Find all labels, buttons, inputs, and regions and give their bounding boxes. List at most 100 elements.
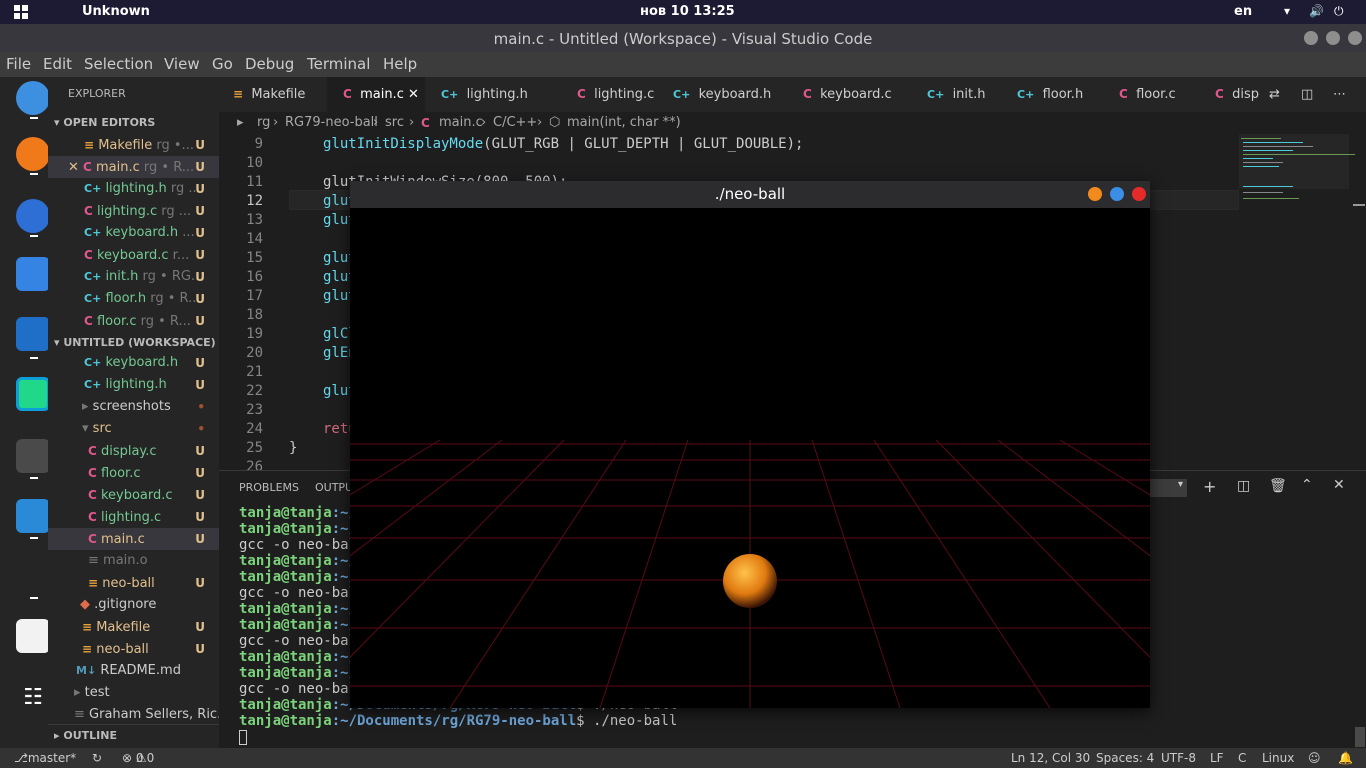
tab-floor-h[interactable]: C+ floor.h — [1013, 77, 1113, 112]
tree-item[interactable]: C+ keyboard.h U — [48, 352, 219, 374]
wifi-icon[interactable]: ▾ — [1284, 4, 1290, 18]
clock[interactable]: нов 10 13:25 — [640, 4, 735, 19]
tree-item[interactable]: ≡ main.o — [48, 550, 219, 572]
show-applications-icon[interactable]: ☷ — [16, 681, 50, 715]
menu-file[interactable]: File — [6, 55, 31, 73]
tree-item[interactable]: C display.c U — [48, 440, 219, 462]
tree-item[interactable]: C+ lighting.h U — [48, 374, 219, 396]
tab-init-h[interactable]: C+ init.h — [917, 77, 1013, 112]
minimize-button[interactable] — [1304, 31, 1318, 45]
tab-keyboard-h[interactable]: C+ keyboard.h — [661, 77, 793, 112]
terminal-icon[interactable] — [16, 439, 50, 473]
split-editor-icon[interactable]: ◫ — [1301, 77, 1321, 112]
open-editor-item[interactable]: ≡ Makefile rg •... U — [48, 134, 219, 156]
tree-item[interactable]: C keyboard.c U — [48, 484, 219, 506]
tree-item[interactable]: ≡ neo-ball U — [48, 638, 219, 660]
indentation[interactable]: Spaces: 4 — [1096, 748, 1154, 768]
compare-icon[interactable]: ⇄ — [1269, 77, 1289, 112]
breadcrumb-item[interactable]: main(int, char **) — [567, 112, 681, 134]
cursor-position[interactable]: Ln 12, Col 30 — [1011, 748, 1090, 768]
close-icon[interactable]: ✕ — [68, 160, 79, 175]
more-actions-icon[interactable]: ⋯ — [1333, 77, 1353, 112]
tab-output[interactable]: OUTPU — [315, 481, 353, 494]
open-editor-item[interactable]: C floor.c rg • R... U — [48, 310, 219, 332]
maximize-button[interactable] — [1110, 187, 1124, 201]
tree-folder-screenshots[interactable]: ▸ screenshots • — [48, 396, 219, 418]
breadcrumb-item[interactable]: rg — [257, 112, 270, 134]
menu-debug[interactable]: Debug — [245, 55, 294, 73]
close-button[interactable] — [1348, 31, 1362, 45]
volume-icon[interactable]: 🔊 — [1309, 4, 1324, 18]
keyboard-language[interactable]: en — [1234, 4, 1252, 19]
maximize-panel-icon[interactable]: ⌃ — [1301, 477, 1313, 493]
breadcrumb-item[interactable]: src — [385, 112, 404, 134]
glut-title-bar[interactable]: ./neo-ball — [350, 181, 1150, 208]
encoding[interactable]: UTF-8 — [1161, 748, 1196, 768]
breadcrumb-item[interactable]: C/C++ — [493, 112, 537, 134]
open-editor-item[interactable]: C+ lighting.h rg ... U — [48, 178, 219, 200]
tree-folder-test[interactable]: ▸ test — [48, 682, 219, 704]
tab-lighting-c[interactable]: C lighting.c — [551, 77, 661, 112]
settings-toggle-icon[interactable] — [16, 199, 50, 233]
open-editor-item[interactable]: C+ floor.h rg • R... U — [48, 288, 219, 310]
close-icon[interactable]: ✕ — [408, 87, 419, 102]
files-app-icon[interactable] — [16, 81, 50, 115]
menu-help[interactable]: Help — [383, 55, 417, 73]
split-terminal-icon[interactable]: ◫ — [1237, 478, 1250, 494]
tree-item[interactable]: ≡ Makefile U — [48, 616, 219, 638]
tree-item[interactable]: C floor.c U — [48, 462, 219, 484]
minimize-button[interactable] — [1088, 187, 1102, 201]
minimap[interactable] — [1239, 134, 1366, 470]
vscode-icon[interactable] — [16, 317, 50, 351]
open-editor-item[interactable]: C keyboard.c r... U — [48, 244, 219, 266]
maximize-button[interactable] — [1326, 31, 1340, 45]
workspace-section[interactable]: ▾ UNTITLED (WORKSPACE) — [48, 332, 219, 354]
tree-item[interactable]: ≡ neo-ball U — [48, 572, 219, 594]
tab-makefile[interactable]: ≡ Makefile — [219, 77, 327, 112]
terminal-scrollbar[interactable] — [1355, 727, 1365, 747]
menu-selection[interactable]: Selection — [84, 55, 153, 73]
tab-problems[interactable]: PROBLEMS — [239, 481, 299, 494]
close-button[interactable] — [1132, 187, 1146, 201]
tree-folder-src[interactable]: ▾ src • — [48, 418, 219, 440]
activities-label[interactable]: Unknown — [82, 4, 150, 19]
os-indicator[interactable]: Linux — [1262, 748, 1294, 768]
open-editor-item-active[interactable]: ✕ C main.c rg • R... U — [48, 156, 219, 178]
scene-canvas[interactable] — [350, 208, 1150, 708]
tab-display-c[interactable]: C disp — [1209, 77, 1259, 112]
tree-item[interactable]: M↓ README.md — [48, 660, 219, 682]
firefox-icon[interactable] — [16, 137, 50, 171]
open-editor-item[interactable]: C+ keyboard.h ... U — [48, 222, 219, 244]
tab-keyboard-c[interactable]: C keyboard.c — [793, 77, 917, 112]
tree-item[interactable]: ◆ .gitignore — [48, 594, 219, 616]
terminal-select[interactable]: ▾ — [1149, 479, 1187, 497]
outline-section[interactable]: ▸ OUTLINE — [48, 724, 219, 746]
tree-item[interactable]: ≡ Graham Sellers, Ric... — [48, 704, 219, 726]
menu-view[interactable]: View — [164, 55, 200, 73]
trash-icon[interactable]: 🗑 — [1269, 478, 1287, 494]
branch-indicator[interactable]: ⎇ master* — [14, 748, 76, 768]
menu-terminal[interactable]: Terminal — [307, 55, 370, 73]
tree-item[interactable]: C lighting.c U — [48, 506, 219, 528]
problems-indicator[interactable]: ⊗ 0 ⚠ 0 — [122, 748, 154, 768]
breadcrumb-item[interactable]: main.c — [439, 112, 483, 134]
close-panel-icon[interactable]: ✕ — [1333, 477, 1345, 493]
glut-window[interactable]: ./neo-ball — [350, 181, 1150, 708]
bell-icon[interactable]: 🔔 — [1338, 748, 1353, 768]
menu-go[interactable]: Go — [212, 55, 233, 73]
open-editor-item[interactable]: C+ init.h rg • RG... U — [48, 266, 219, 288]
trash-icon[interactable] — [16, 619, 50, 653]
feedback-icon[interactable]: ☺ — [1308, 748, 1321, 768]
new-terminal-icon[interactable]: + — [1203, 477, 1216, 496]
pycharm-icon[interactable] — [16, 377, 50, 411]
text-editor-icon[interactable] — [16, 499, 50, 533]
open-editors-section[interactable]: ▾ OPEN EDITORS — [48, 112, 219, 134]
eol[interactable]: LF — [1210, 748, 1224, 768]
tab-floor-c[interactable]: C floor.c — [1113, 77, 1209, 112]
menu-edit[interactable]: Edit — [43, 55, 72, 73]
sync-icon[interactable]: ↻ — [92, 748, 102, 768]
tab-main-c[interactable]: C main.c ✕ — [327, 77, 425, 112]
power-icon[interactable]: ⏻ — [1334, 4, 1344, 19]
apps-grid-icon[interactable] — [14, 5, 28, 19]
software-center-icon[interactable] — [16, 257, 50, 291]
